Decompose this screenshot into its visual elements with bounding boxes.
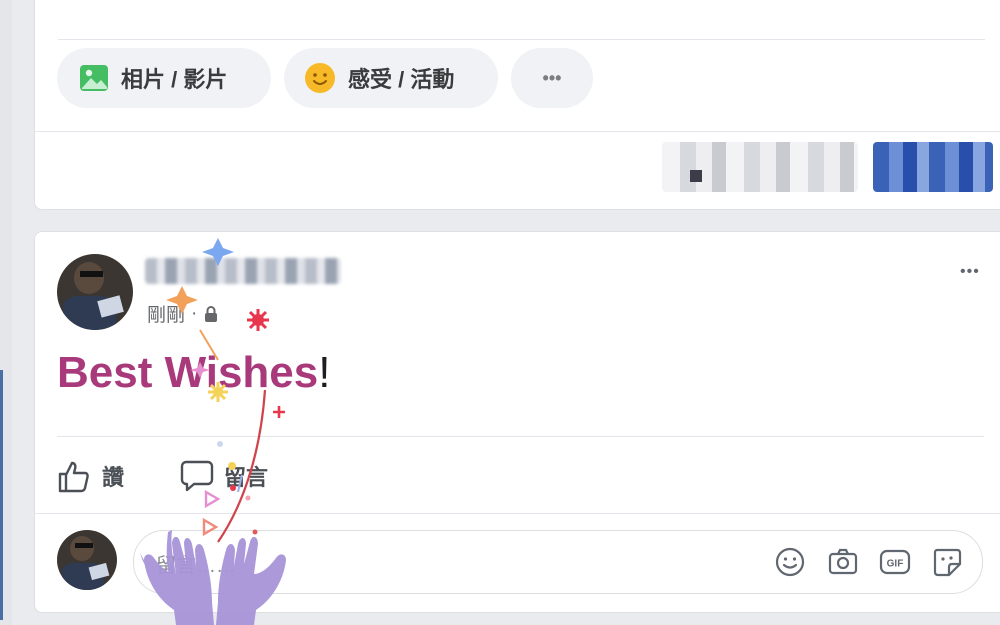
avatar[interactable]: [57, 254, 133, 330]
divider: [58, 39, 985, 40]
feeling-activity-label: 感受 / 活動: [348, 67, 455, 92]
sparkle-icon: [202, 238, 234, 266]
pixelated-post-button[interactable]: [873, 142, 993, 192]
feeling-icon: [305, 63, 335, 93]
burst-icon: [247, 309, 269, 331]
composer-more-label: •••: [542, 67, 562, 88]
photo-video-label: 相片 / 影片: [121, 67, 228, 92]
like-icon: [58, 461, 89, 493]
photo-icon: [80, 65, 108, 91]
sidebar-accent: [0, 370, 3, 620]
emoji-icon[interactable]: [774, 546, 806, 578]
left-sidebar-edge: [0, 0, 12, 625]
divider: [35, 131, 1000, 132]
post-options-button[interactable]: •••: [960, 252, 980, 283]
post-options-label: •••: [960, 263, 980, 280]
photo-video-button[interactable]: 相片 / 影片: [57, 48, 271, 108]
celebration-animation: [140, 238, 286, 625]
like-label: 讚: [102, 465, 125, 490]
pixelated-button[interactable]: [662, 142, 858, 192]
composer-more-button[interactable]: •••: [511, 48, 593, 108]
post-text-punct: !: [318, 348, 331, 397]
gif-icon[interactable]: GIF: [879, 546, 911, 578]
camera-icon[interactable]: [827, 546, 859, 578]
sticker-icon[interactable]: [931, 546, 963, 578]
like-button[interactable]: 讚: [56, 456, 124, 496]
svg-text:GIF: GIF: [887, 559, 904, 570]
hands-icon: [140, 530, 286, 625]
burst-icon: [208, 382, 228, 402]
commenter-avatar[interactable]: [57, 530, 117, 590]
feeling-activity-button[interactable]: 感受 / 活動: [284, 48, 498, 108]
sparkle-icon: [166, 286, 198, 314]
